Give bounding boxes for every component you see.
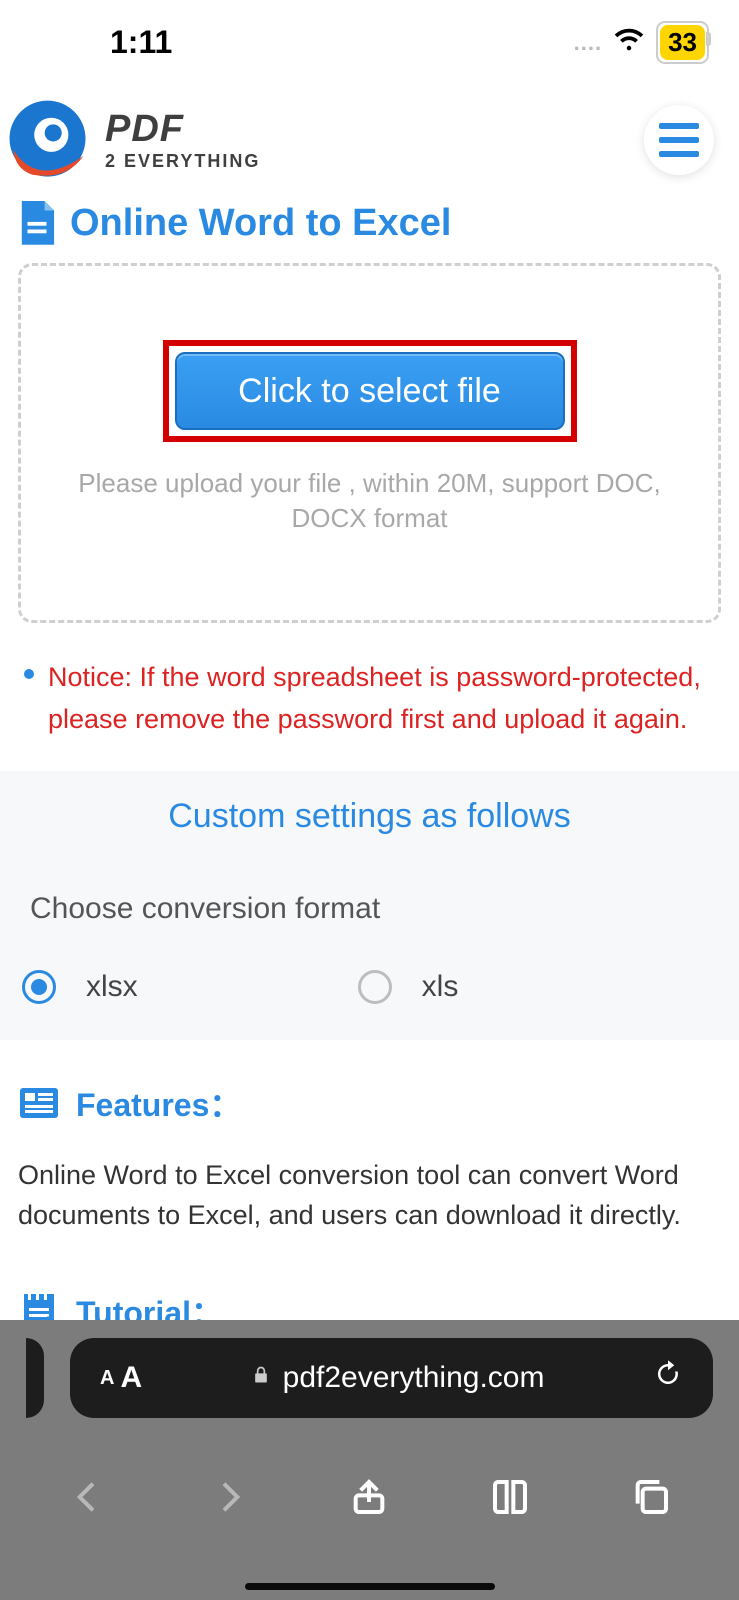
settings-title: Custom settings as follows	[22, 797, 717, 836]
radio-option-xlsx[interactable]: xlsx	[22, 970, 138, 1004]
logo-text-main: PDF	[105, 108, 260, 151]
hamburger-icon	[659, 123, 699, 129]
browser-chrome: AA pdf2everything.com	[0, 1320, 739, 1600]
home-indicator[interactable]	[245, 1583, 495, 1590]
bullet-icon	[24, 669, 34, 679]
page-title-row: Online Word to Excel	[0, 195, 739, 259]
url-bar[interactable]: AA pdf2everything.com	[70, 1338, 713, 1418]
upload-hint: Please upload your file , within 20M, su…	[21, 466, 718, 536]
status-bar: 1:11 .... 33	[0, 0, 739, 85]
back-button[interactable]	[68, 1477, 108, 1522]
logo-icon	[0, 93, 95, 188]
wifi-icon	[612, 22, 646, 64]
battery-percent: 33	[660, 25, 705, 60]
highlight-box: Click to select file	[163, 340, 577, 442]
tabs-button[interactable]	[631, 1477, 671, 1522]
status-time: 1:11	[110, 24, 172, 61]
app-header: PDF 2 EVERYTHING	[0, 85, 739, 195]
tab-peek[interactable]	[26, 1338, 44, 1418]
lock-icon	[251, 1365, 271, 1391]
features-header: Features：	[0, 1040, 739, 1140]
url-text: pdf2everything.com	[283, 1361, 545, 1395]
text-size-button[interactable]: AA	[100, 1361, 142, 1395]
features-body: Online Word to Excel conversion tool can…	[0, 1140, 739, 1248]
notice-text: Notice: If the word spreadsheet is passw…	[48, 657, 715, 741]
select-file-button[interactable]: Click to select file	[175, 352, 565, 430]
reload-button[interactable]	[653, 1359, 683, 1397]
logo-text-sub: 2 EVERYTHING	[105, 151, 260, 172]
menu-button[interactable]	[644, 105, 714, 175]
radio-icon	[22, 970, 56, 1004]
upload-dropzone[interactable]: Click to select file Please upload your …	[18, 263, 721, 623]
logo[interactable]: PDF 2 EVERYTHING	[0, 93, 260, 188]
settings-panel: Custom settings as follows Choose conver…	[0, 771, 739, 1040]
notice: Notice: If the word spreadsheet is passw…	[0, 641, 739, 771]
document-icon	[18, 201, 56, 245]
forward-button[interactable]	[209, 1477, 249, 1522]
browser-toolbar	[0, 1418, 739, 1600]
features-icon	[18, 1082, 60, 1124]
radio-label: xls	[422, 970, 459, 1004]
radio-label: xlsx	[86, 970, 138, 1004]
cell-dots: ....	[574, 30, 602, 56]
radio-option-xls[interactable]: xls	[358, 970, 459, 1004]
bookmarks-button[interactable]	[490, 1477, 530, 1522]
radio-icon	[358, 970, 392, 1004]
share-button[interactable]	[349, 1477, 389, 1522]
features-title: Features：	[76, 1080, 241, 1126]
page-title: Online Word to Excel	[70, 202, 451, 245]
format-label: Choose conversion format	[22, 892, 717, 926]
battery-icon: 33	[656, 21, 709, 64]
